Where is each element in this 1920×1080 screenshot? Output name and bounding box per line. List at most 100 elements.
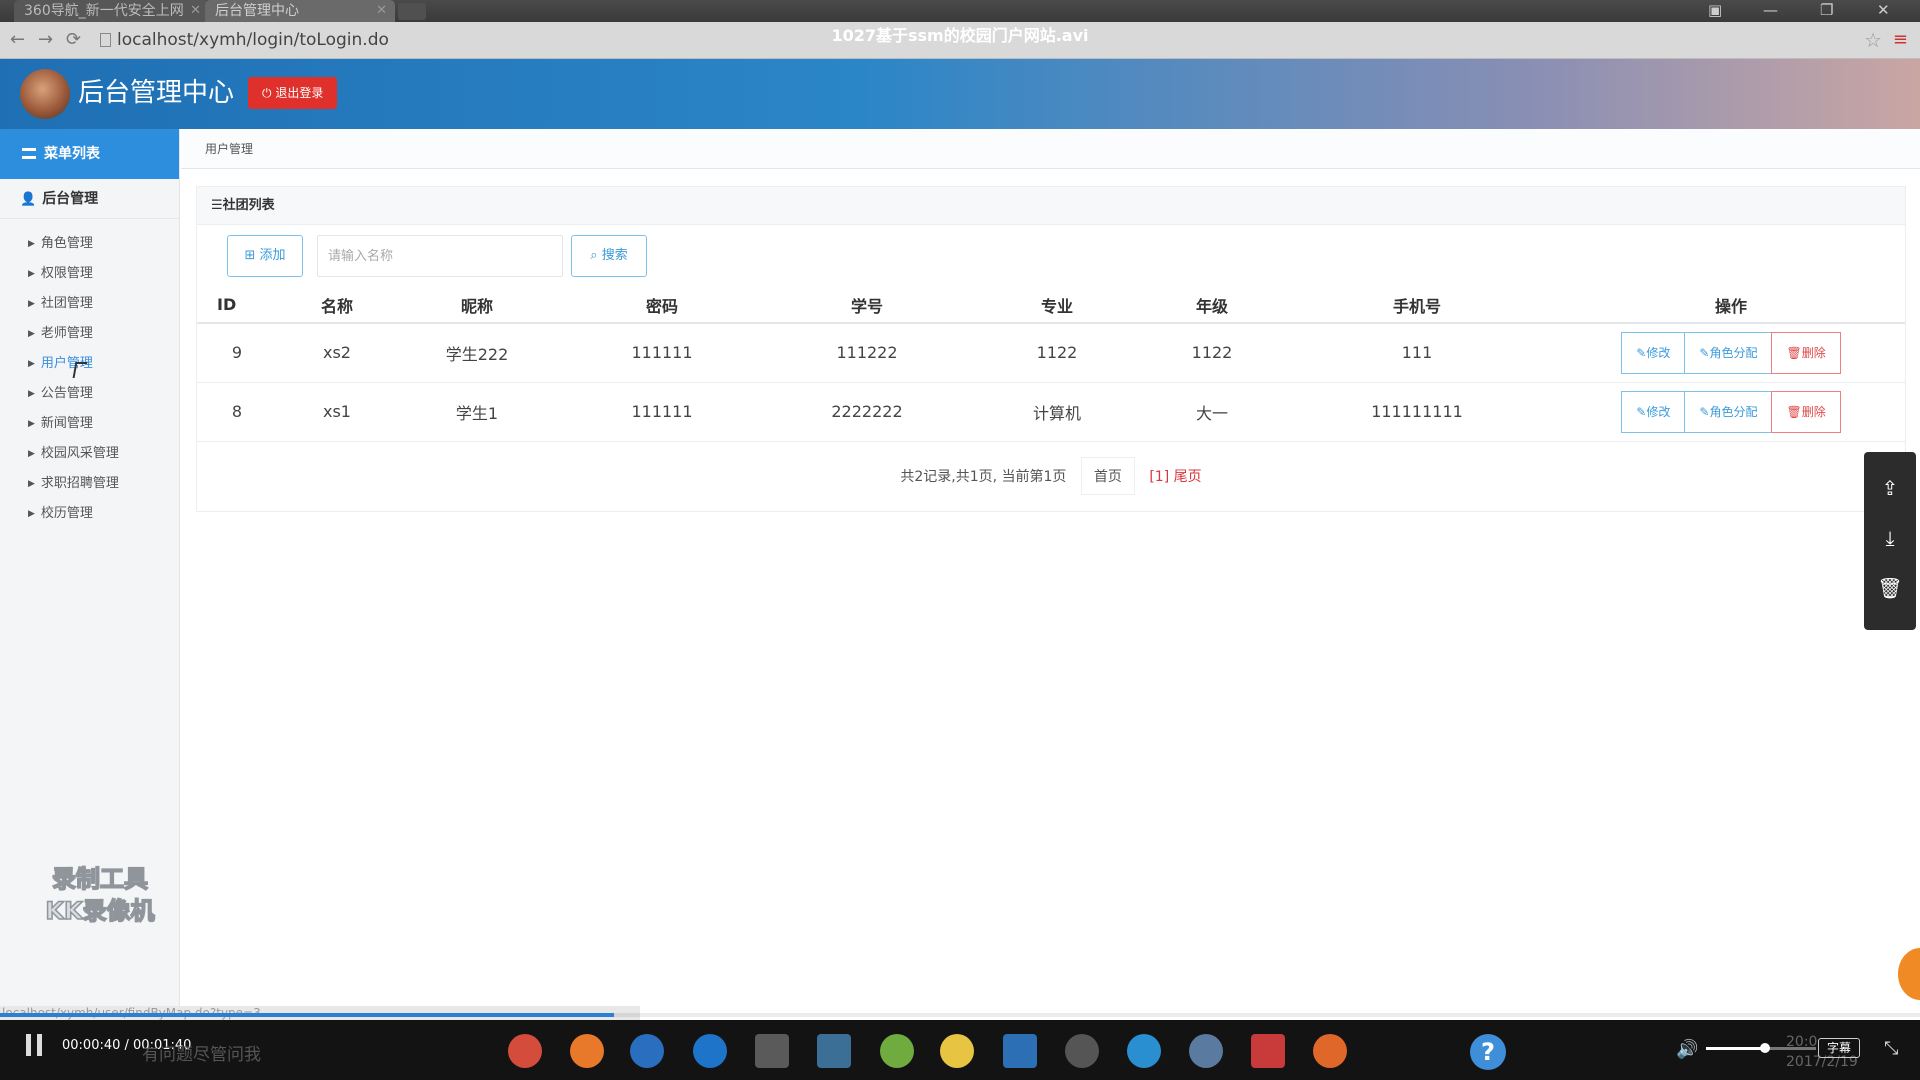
sidebar-item-label: 校园风采管理 [40, 446, 119, 461]
pdf-icon[interactable] [1251, 1034, 1285, 1068]
power-icon: ⏻ [262, 86, 276, 100]
browser-tab-360[interactable]: 360导航_新一代安全上网 ✕ [14, 0, 209, 22]
user-icon[interactable]: ▣ [1708, 0, 1722, 20]
edit-button[interactable]: ✎修改 [1621, 390, 1686, 433]
volume-icon[interactable]: 🔊 [1676, 1039, 1698, 1060]
download-icon[interactable]: ⤓ [1864, 526, 1916, 550]
help-icon[interactable]: ? [1470, 1034, 1506, 1070]
cell-name: xs1 [277, 382, 397, 442]
tab-label: 后台管理中心 [215, 3, 299, 19]
sidebar-item[interactable]: ▶ 权限管理 [0, 259, 179, 289]
assign-role-button[interactable]: ✎角色分配 [1684, 331, 1773, 374]
edit-button[interactable]: ✎修改 [1621, 331, 1686, 374]
volume-knob[interactable] [1760, 1043, 1771, 1053]
sidebar-item[interactable]: ▶ 校历管理 [0, 499, 179, 529]
trash-icon[interactable]: 🗑 [1864, 576, 1916, 600]
fullscreen-exit-icon[interactable]: ⤡ [1884, 1038, 1898, 1059]
caret-right-icon: ▶ [28, 269, 35, 279]
delete-label: 删除 [1801, 345, 1826, 360]
edit-icon: ✎ [1699, 404, 1710, 419]
new-tab-button[interactable] [398, 3, 426, 20]
close-icon[interactable]: ✕ [376, 0, 387, 22]
sidebar-item[interactable]: ▶ 新闻管理 [0, 409, 179, 439]
video-player-bar: 00:00:40 / 00:01:40 有问题尽管问我 ? 🔊 20:0 2017… [0, 1020, 1920, 1080]
sidebar-item[interactable]: ▶ 校园风采管理 [0, 439, 179, 469]
sidebar-item[interactable]: ▶ 公告管理 [0, 379, 179, 409]
sidebar-item[interactable]: ▶ 求职招聘管理 [0, 469, 179, 499]
minimize-icon[interactable]: — [1763, 0, 1778, 20]
cell-grade: 大一 [1147, 382, 1277, 442]
delete-button[interactable]: 🗑删除 [1771, 390, 1841, 433]
sidebar-item[interactable]: ▶ 社团管理 [0, 289, 179, 319]
last-page-link[interactable]: 尾页 [1174, 469, 1202, 485]
caret-right-icon: ▶ [28, 329, 35, 339]
menu-list-header: 菜单列表 [0, 129, 179, 179]
browser-tab-admin[interactable]: 后台管理中心 ✕ [205, 0, 395, 22]
current-page-link[interactable]: [1] [1149, 469, 1169, 485]
col-phone: 手机号 [1277, 287, 1557, 324]
logout-label: 退出登录 [275, 86, 324, 100]
app-title: 后台管理中心 [78, 78, 235, 108]
sidebar-item[interactable]: ▶ 老师管理 [0, 319, 179, 349]
search-input[interactable] [317, 235, 563, 277]
settings-icon[interactable] [1065, 1034, 1099, 1068]
eclipse-icon[interactable] [880, 1034, 914, 1068]
app-icon[interactable] [940, 1034, 974, 1068]
cell-actions: ✎修改 ✎角色分配 🗑删除 [1557, 382, 1905, 442]
trash-icon: 🗑 [1786, 345, 1802, 360]
sogou-icon[interactable] [630, 1034, 664, 1068]
edit-icon: ✎ [1636, 345, 1647, 360]
col-grade: 年级 [1147, 287, 1277, 324]
list-panel: ☰社团列表 ⊞ 添加 ⌕ 搜索 ID 名称 昵称 密码 学号 专业 年级 手机号… [196, 186, 1906, 512]
cell-actions: ✎修改 ✎角色分配 🗑删除 [1557, 323, 1905, 383]
first-page-button[interactable]: 首页 [1080, 457, 1135, 495]
add-button[interactable]: ⊞ 添加 [227, 235, 303, 277]
cell-major: 1122 [967, 323, 1147, 383]
recorder-icon[interactable] [1313, 1034, 1347, 1068]
cell-nickname: 学生222 [397, 323, 557, 383]
col-student-no: 学号 [767, 287, 967, 324]
caret-right-icon: ▶ [28, 479, 35, 489]
browser-icon[interactable] [1189, 1034, 1223, 1068]
caret-right-icon: ▶ [28, 449, 35, 459]
cell-student-no: 111222 [767, 323, 967, 383]
firefox-icon[interactable] [570, 1034, 604, 1068]
restore-icon[interactable]: ❐ [1820, 0, 1833, 20]
search-button[interactable]: ⌕ 搜索 [571, 235, 647, 277]
share-icon[interactable]: ⇪ [1864, 476, 1916, 500]
search-label: 搜索 [601, 248, 628, 263]
word-icon[interactable] [1003, 1034, 1037, 1068]
edit-icon: ✎ [1636, 404, 1647, 419]
cell-major: 计算机 [967, 382, 1147, 442]
assign-role-button[interactable]: ✎角色分配 [1684, 390, 1773, 433]
pause-icon[interactable] [24, 1034, 46, 1056]
calculator-icon[interactable] [817, 1034, 851, 1068]
chrome-icon[interactable] [508, 1034, 542, 1068]
avatar-logo [20, 69, 70, 119]
sidebar-item-label: 校历管理 [40, 506, 93, 521]
search-icon: ⌕ [590, 248, 602, 263]
taskbar-search[interactable]: 有问题尽管问我 [106, 1040, 261, 1065]
kk-icon[interactable] [1127, 1034, 1161, 1068]
cell-password: 111111 [557, 323, 767, 383]
window-close-icon[interactable]: ✕ [1877, 0, 1890, 20]
breadcrumb: 用户管理 [181, 129, 1920, 169]
delete-button[interactable]: 🗑删除 [1771, 331, 1841, 374]
sidebar-item[interactable]: ▶ 用户管理 [0, 349, 179, 379]
floating-widget-icon[interactable] [1898, 948, 1920, 1000]
sidebar-group-admin[interactable]: 👤 后台管理 [0, 179, 179, 219]
subtitle-button[interactable]: 字幕 [1818, 1038, 1861, 1058]
cell-name: xs2 [277, 323, 397, 383]
logout-button[interactable]: ⏻ 退出登录 [248, 77, 338, 109]
caret-right-icon: ▶ [28, 389, 35, 399]
recorder-watermark: 录制工具 KK录像机 [30, 863, 170, 927]
col-nickname: 昵称 [397, 287, 557, 324]
close-icon[interactable]: ✕ [190, 0, 201, 22]
store-icon[interactable] [755, 1034, 789, 1068]
delete-label: 删除 [1801, 404, 1826, 419]
plus-icon: ⊞ [244, 248, 260, 263]
caret-right-icon: ▶ [28, 509, 35, 519]
watermark-line: KK录像机 [45, 896, 156, 926]
edge-icon[interactable] [693, 1034, 727, 1068]
sidebar-item[interactable]: ▶ 角色管理 [0, 229, 179, 259]
